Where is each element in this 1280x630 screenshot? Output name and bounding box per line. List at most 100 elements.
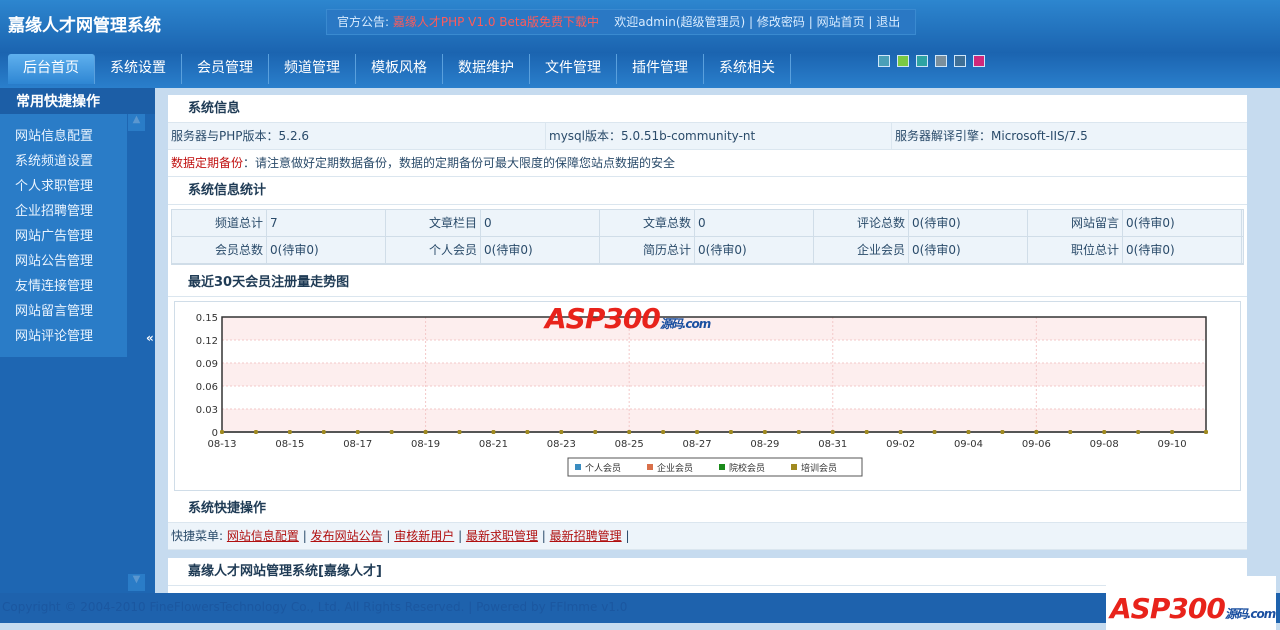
stat-label: 企业会员: [814, 237, 909, 263]
data-point: [525, 430, 530, 434]
grid-band: [222, 363, 1206, 386]
nav-tab[interactable]: 文件管理: [530, 54, 617, 84]
data-point: [253, 430, 258, 434]
skin-swatch[interactable]: [916, 55, 928, 67]
sidebar-item[interactable]: 企业招聘管理: [0, 199, 127, 224]
stat-value: 0: [695, 210, 814, 236]
quick-link[interactable]: 网站信息配置: [227, 529, 299, 543]
sidebar-item[interactable]: 系统频道设置: [0, 149, 127, 174]
server-engine: 服务器解译引擎：Microsoft-IIS/7.5: [895, 129, 1088, 143]
data-point: [695, 430, 700, 434]
stat-label: 文章总数: [600, 210, 695, 236]
x-tick-label: 09-02: [886, 439, 915, 450]
data-point: [1136, 430, 1141, 434]
data-point: [898, 430, 903, 434]
site-home-link[interactable]: 网站首页: [817, 15, 865, 29]
skin-swatch[interactable]: [935, 55, 947, 67]
skin-swatch[interactable]: [973, 55, 985, 67]
stats-table: 频道总计 7 文章栏目 0 文章总数 0 评论总数 0(待审0) 网站留言 0(待审0) 会员总数 0…: [171, 209, 1244, 265]
legend-swatch: [719, 464, 725, 470]
stat-label: 文章栏目: [386, 210, 481, 236]
sidebar: 常用快捷操作 网站信息配置 系统频道设置 个人求职管理 企业招聘管理 网站广告管理 网站公…: [0, 88, 155, 593]
stat-value: 7: [267, 210, 386, 236]
section-title-stats: 系统信息统计: [168, 177, 1247, 205]
x-tick-label: 09-08: [1090, 439, 1119, 450]
nav-tab[interactable]: 数据维护: [443, 54, 530, 84]
sidebar-item[interactable]: 网站公告管理: [0, 249, 127, 274]
stats-row: 频道总计 7 文章栏目 0 文章总数 0 评论总数 0(待审0) 网站留言 0(待审0): [172, 210, 1243, 237]
backup-text: ：请注意做好定期数据备份，数据的定期备份可最大限度的保障您站点数据的安全: [243, 156, 676, 170]
stat-value: 0(待审0): [909, 237, 1028, 263]
stat-value: 0(待审0): [695, 237, 814, 263]
quick-link[interactable]: 最新招聘管理: [550, 529, 622, 543]
change-password-link[interactable]: 修改密码: [757, 15, 805, 29]
sidebar-item[interactable]: 网站信息配置: [0, 124, 127, 149]
data-point: [796, 430, 801, 434]
skin-swatch[interactable]: [954, 55, 966, 67]
welcome-text: 欢迎admin(超级管理员): [614, 15, 746, 29]
sidebar-item[interactable]: 网站评论管理: [0, 324, 127, 349]
notice-link[interactable]: 嘉缘人才PHP V1.0 Beta版免费下载中: [393, 15, 599, 29]
data-point: [491, 430, 496, 434]
sidebar-item[interactable]: 网站广告管理: [0, 224, 127, 249]
header: 嘉缘人才网管理系统 官方公告: 嘉缘人才PHP V1.0 Beta版免费下载中 …: [0, 0, 1280, 88]
chart-title: 最近30天会员注册量走势图: [168, 269, 1247, 297]
nav-tab[interactable]: 系统设置: [95, 54, 182, 84]
sidebar-menu: 网站信息配置 系统频道设置 个人求职管理 企业招聘管理 网站广告管理 网站公告管理 友情连接…: [0, 114, 127, 357]
sidebar-item[interactable]: 个人求职管理: [0, 174, 127, 199]
x-tick-label: 08-13: [207, 439, 236, 450]
notice-bar: 官方公告: 嘉缘人才PHP V1.0 Beta版免费下载中 欢迎admin(超级…: [326, 9, 916, 35]
nav-tab[interactable]: 频道管理: [269, 54, 356, 84]
y-tick-label: 0.09: [196, 359, 218, 370]
x-tick-label: 08-21: [479, 439, 508, 450]
stat-value: 0: [481, 210, 600, 236]
app-title: 嘉缘人才网管理系统: [8, 16, 161, 36]
skin-swatch[interactable]: [878, 55, 890, 67]
skin-swatch[interactable]: [897, 55, 909, 67]
stat-label: 会员总数: [172, 237, 267, 263]
watermark-logo-corner: ASP300源码.com: [1110, 592, 1276, 625]
nav-tab[interactable]: 插件管理: [617, 54, 704, 84]
grid-band: [222, 317, 1206, 340]
quick-menu-label: 快捷菜单:: [171, 529, 224, 543]
sidebar-item[interactable]: 网站留言管理: [0, 299, 127, 324]
scroll-up-button[interactable]: ▲: [128, 114, 145, 131]
x-tick-label: 09-04: [954, 439, 983, 450]
sysinfo-row: 服务器与PHP版本：5.2.6 mysql版本：5.0.51b-communit…: [168, 123, 1247, 150]
quick-link[interactable]: 最新求职管理: [466, 529, 538, 543]
legend-label: 个人会员: [585, 462, 621, 474]
backup-label: 数据定期备份: [171, 156, 244, 170]
data-point: [559, 430, 564, 434]
sidebar-item[interactable]: 友情连接管理: [0, 274, 127, 299]
nav-tab[interactable]: 模板风格: [356, 54, 443, 84]
quick-link[interactable]: 发布网站公告: [311, 529, 383, 543]
section-title-quick: 系统快捷操作: [168, 495, 1247, 523]
php-version: 服务器与PHP版本：5.2.6: [168, 123, 546, 149]
stat-label: 职位总计: [1028, 237, 1123, 263]
x-tick-label: 09-10: [1158, 439, 1187, 450]
data-point: [1204, 430, 1208, 434]
x-tick-label: 08-23: [547, 439, 576, 450]
nav-tab[interactable]: 会员管理: [182, 54, 269, 84]
nav-tab[interactable]: 后台首页: [8, 54, 95, 84]
data-point: [762, 430, 767, 434]
grid-band: [222, 386, 1206, 409]
data-point: [1034, 430, 1039, 434]
collapse-sidebar-button[interactable]: «: [146, 331, 154, 345]
scroll-down-button[interactable]: ▼: [128, 574, 145, 591]
data-point: [287, 430, 292, 434]
x-tick-label: 08-29: [750, 439, 779, 450]
stats-row: 会员总数 0(待审0) 个人会员 0(待审0) 简历总计 0(待审0) 企业会员 0(待审0)…: [172, 237, 1243, 264]
data-point: [864, 430, 869, 434]
data-point: [1102, 430, 1107, 434]
bottom-title: 嘉缘人才网站管理系统[嘉缘人才]: [168, 558, 1247, 586]
logout-link[interactable]: 退出: [876, 15, 900, 29]
skin-switcher: [878, 55, 985, 67]
y-tick-label: 0.12: [196, 336, 218, 347]
sidebar-title: 常用快捷操作: [0, 88, 155, 114]
data-point: [321, 430, 326, 434]
nav-tab[interactable]: 系统相关: [704, 54, 791, 84]
quick-link[interactable]: 审核新用户: [394, 529, 454, 543]
y-tick-label: 0.03: [196, 405, 218, 416]
y-tick-label: 0.15: [196, 313, 218, 324]
